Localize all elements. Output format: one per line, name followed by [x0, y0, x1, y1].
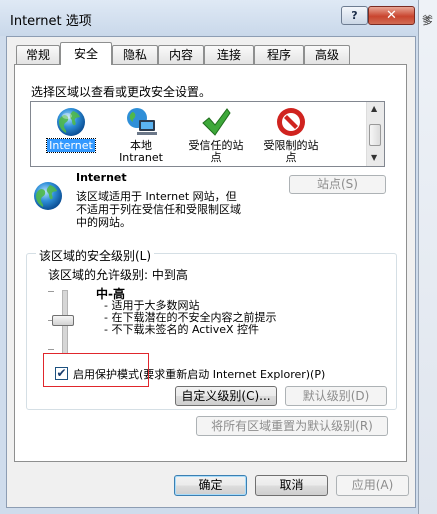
ok-button[interactable]: 确定	[174, 475, 247, 496]
window-title: Internet 选项	[10, 14, 92, 29]
zone-list: Internet 本地 Intranet 受信任的站点 受限制的站点 ▲ ▼	[30, 101, 385, 167]
zone-list-scrollbar[interactable]: ▲ ▼	[366, 102, 384, 166]
tab-privacy[interactable]: 隐私	[112, 45, 158, 64]
custom-level-button[interactable]: 自定义级别(C)...	[175, 386, 277, 406]
annotation-highlight-box	[43, 353, 149, 387]
cancel-button[interactable]: 取消	[255, 475, 328, 496]
tab-advanced[interactable]: 高级	[304, 45, 350, 64]
restricted-icon	[277, 108, 305, 136]
zone-description-line-3: 中的网站。	[76, 216, 131, 229]
level-bullet-3: - 不下载未签名的 ActiveX 控件	[104, 323, 260, 336]
zone-description-line-2: 不适用于列在受信任和受限制区域	[76, 203, 241, 216]
tab-connections[interactable]: 连接	[204, 45, 254, 64]
zone-restricted-sites[interactable]: 受限制的站点	[261, 104, 321, 166]
default-level-button[interactable]: 默认级别(D)	[285, 386, 387, 406]
tab-content[interactable]: 内容	[158, 45, 204, 64]
security-level-group-label: 该区域的安全级别(L)	[36, 247, 155, 264]
zone-label-restricted: 受限制的站点	[263, 139, 319, 164]
zone-description-line-1: 该区域适用于 Internet 网站，但	[76, 190, 237, 203]
slider-tick	[48, 349, 54, 350]
zone-title: Internet	[76, 171, 127, 184]
zone-internet[interactable]: Internet	[41, 104, 101, 166]
tab-general[interactable]: 常规	[16, 45, 60, 64]
security-level-slider-thumb[interactable]	[52, 315, 74, 326]
zone-trusted-sites[interactable]: 受信任的站点	[186, 104, 246, 166]
background-window	[418, 0, 437, 514]
reset-all-zones-button[interactable]: 将所有区域重置为默认级别(R)	[196, 416, 388, 436]
intranet-icon	[127, 108, 157, 135]
selected-zone-globe-icon	[34, 182, 62, 210]
background-window-label: 爹	[422, 14, 433, 27]
zone-label-intranet: 本地 Intranet	[119, 139, 163, 164]
zone-instruction: 选择区域以查看或更改安全设置。	[31, 85, 212, 99]
zone-label-internet: Internet	[46, 138, 96, 153]
slider-tick	[48, 291, 54, 292]
sites-button[interactable]: 站点(S)	[289, 175, 386, 194]
help-button[interactable]: ?	[341, 6, 368, 25]
zone-label-trusted: 受信任的站点	[188, 139, 244, 164]
apply-button[interactable]: 应用(A)	[336, 475, 409, 496]
checkmark-icon	[202, 108, 231, 136]
globe-icon	[57, 108, 85, 136]
tab-programs[interactable]: 程序	[254, 45, 304, 64]
tab-security[interactable]: 安全	[60, 42, 112, 65]
allowed-levels-text: 该区域的允许级别: 中到高	[48, 268, 188, 282]
scroll-thumb[interactable]	[369, 124, 381, 146]
scroll-down-arrow-icon[interactable]: ▼	[371, 153, 377, 162]
scroll-up-arrow-icon[interactable]: ▲	[371, 104, 377, 113]
zone-local-intranet[interactable]: 本地 Intranet	[111, 104, 171, 166]
close-button[interactable]: ✕	[368, 6, 415, 25]
